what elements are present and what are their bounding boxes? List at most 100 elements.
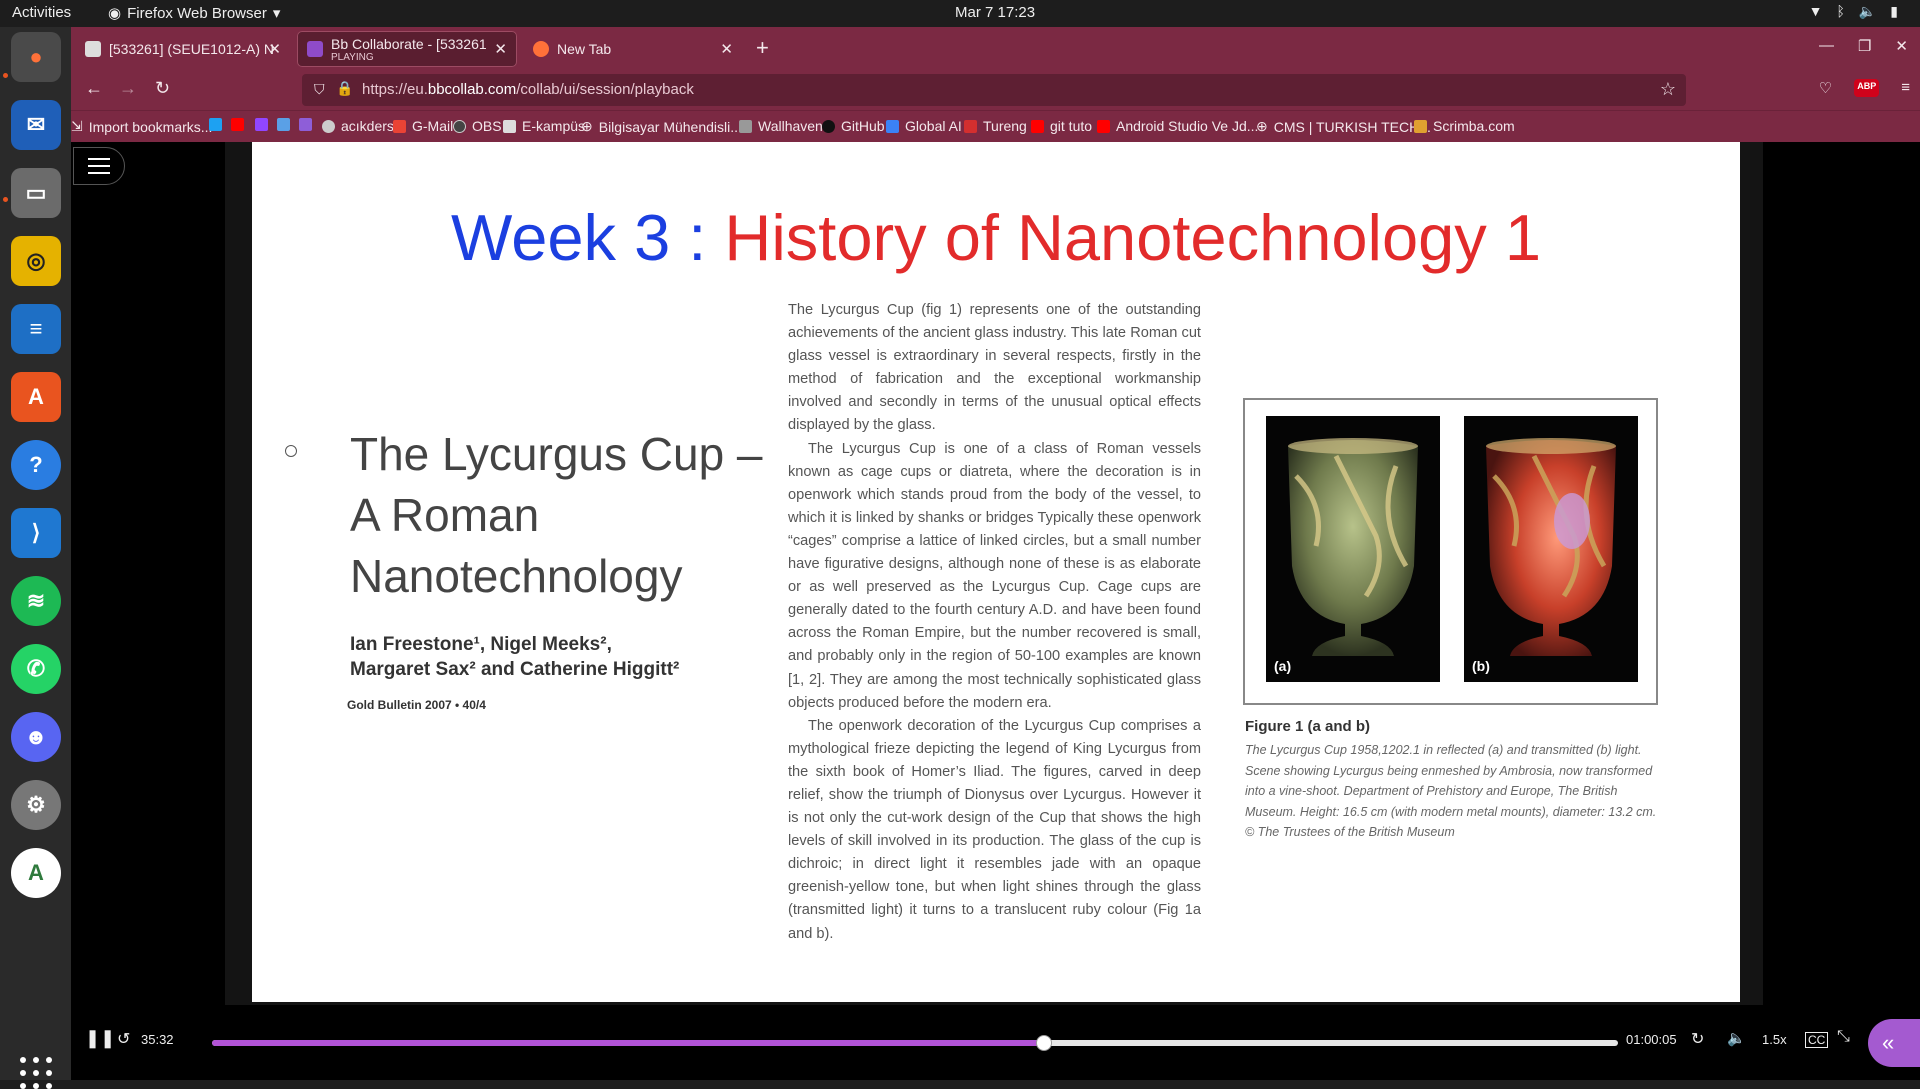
bookmark-wallhaven[interactable]: Wallhaven — [739, 118, 823, 134]
app-menu[interactable]: ◉ Firefox Web Browser ▾ — [108, 4, 281, 23]
bookmark-app-icon[interactable] — [277, 118, 290, 131]
tab-playing-label: PLAYING — [331, 51, 374, 63]
rewind-icon[interactable]: ↺ — [117, 1029, 130, 1049]
forward-skip-icon[interactable]: ↻ — [1691, 1029, 1704, 1049]
bookmark-ekampus[interactable]: E-kampüs — [503, 118, 585, 134]
address-bar[interactable]: ⛉ 🔒 https://eu.bbcollab.com/collab/ui/se… — [302, 74, 1686, 106]
discord-icon[interactable]: ☻ — [11, 712, 61, 762]
bookmark-bilgisayar[interactable]: ⊕ Bilgisayar Mühendisli... — [581, 118, 742, 135]
tab-title: Bb Collaborate - [533261 — [331, 35, 487, 52]
app-menu-icon[interactable]: ≡ — [1901, 79, 1910, 97]
double-chevron-left-icon: « — [1882, 1030, 1895, 1055]
app-center-icon[interactable]: A — [11, 372, 61, 422]
collaborate-favicon-icon — [307, 41, 323, 57]
bluetooth-icon: ᛒ — [1836, 3, 1845, 19]
pocket-icon[interactable]: ♡ — [1819, 79, 1832, 97]
figure-box: (a) (b) — [1243, 398, 1658, 705]
volume-icon[interactable]: 🔈 — [1727, 1029, 1746, 1047]
slide-title-week: Week 3 : — [451, 201, 725, 274]
journal-citation: Gold Bulletin 2007 • 40/4 — [347, 698, 486, 712]
captions-icon[interactable]: CC — [1805, 1032, 1829, 1048]
twitter-icon[interactable] — [209, 118, 222, 131]
bookmark-obs[interactable]: OBS — [453, 118, 502, 134]
toolbar-extensions: ♡ ABP ≡ — [1819, 79, 1910, 97]
settings-icon[interactable]: ⚙ — [11, 780, 61, 830]
bookmark-import[interactable]: ⇲ Import bookmarks... — [71, 118, 212, 135]
bookmark-tureng[interactable]: Tureng — [964, 118, 1027, 134]
close-tab-icon[interactable]: ✕ — [720, 40, 733, 58]
lock-icon[interactable]: 🔒 — [336, 80, 353, 97]
thunderbird-icon[interactable]: ✉ — [11, 100, 61, 150]
vscode-icon[interactable]: ⟩ — [11, 508, 61, 558]
session-menu-button[interactable] — [73, 147, 125, 185]
dock: ● ✉ ▭ ◎ ≡ A ? ⟩ ≋ ✆ ☻ ⚙ A — [0, 27, 71, 1089]
new-tab-icon[interactable]: + — [756, 35, 769, 61]
tab-course[interactable]: [533261] (SEUE1012-A) N ✕ — [75, 31, 291, 67]
slide-title: Week 3 : History of Nanotechnology 1 — [252, 200, 1740, 275]
back-icon[interactable]: ← — [85, 78, 103, 99]
rhythmbox-icon[interactable]: ◎ — [11, 236, 61, 286]
navigation-bar: ← → ↻ ⛉ 🔒 https://eu.bbcollab.com/collab… — [71, 70, 1920, 110]
pause-icon[interactable]: ❚❚ — [85, 1028, 115, 1049]
paper-authors: Ian Freestone¹, Nigel Meeks², Margaret S… — [350, 634, 680, 680]
forward-icon[interactable]: → — [119, 78, 137, 99]
youtube-icon[interactable] — [231, 118, 244, 131]
running-indicator — [3, 73, 8, 78]
bookmark-git-tuto[interactable]: git tuto — [1031, 118, 1092, 134]
playback-progress-bar[interactable] — [212, 1035, 1618, 1051]
volume-icon: 🔈 — [1858, 3, 1877, 19]
system-tray[interactable]: ▼ ᛒ 🔈 ▮ — [1809, 3, 1898, 20]
playback-speed[interactable]: 1.5x — [1762, 1032, 1787, 1047]
help-icon[interactable]: ? — [11, 440, 61, 490]
globe-favicon-icon — [85, 41, 101, 57]
reload-icon[interactable]: ↻ — [155, 78, 170, 99]
figure-label-b: (b) — [1472, 658, 1490, 674]
bookmark-scrimba[interactable]: Scrimba.com — [1414, 118, 1515, 134]
tab-bar: [533261] (SEUE1012-A) N ✕ Bb Collaborate… — [71, 27, 1920, 70]
tab-collaborate[interactable]: Bb Collaborate - [533261 PLAYING ✕ — [297, 31, 517, 67]
globe-icon: ⊕ — [1256, 118, 1268, 134]
close-window-icon[interactable]: ✕ — [1895, 37, 1908, 55]
progress-scrubber[interactable] — [1036, 1035, 1053, 1051]
article-paragraph: The openwork decoration of the Lycurgus … — [788, 717, 1201, 942]
clock[interactable]: Mar 7 17:23 — [955, 4, 1035, 21]
close-tab-icon[interactable]: ✕ — [268, 40, 281, 58]
bookmark-star-icon[interactable]: ☆ — [1660, 79, 1676, 100]
bookmark-global-ai[interactable]: Global AI — [886, 118, 962, 134]
adblock-plus-icon[interactable]: ABP — [1854, 79, 1880, 97]
bookmark-cms[interactable]: ⊕ CMS | TURKISH TECH... — [1256, 118, 1431, 135]
restore-icon[interactable]: ❐ — [1858, 37, 1871, 55]
tracking-shield-icon[interactable]: ⛉ — [314, 81, 325, 98]
cup-image-transmitted: (b) — [1464, 416, 1638, 682]
bookmark-android-studio[interactable]: Android Studio Ve Jd... — [1097, 118, 1258, 134]
figure-label-a: (a) — [1274, 658, 1292, 674]
fullscreen-icon[interactable]: ⤡ — [1837, 1028, 1850, 1046]
running-indicator — [3, 197, 8, 202]
twitch-icon[interactable] — [255, 118, 268, 131]
writer-icon[interactable]: ≡ — [11, 304, 61, 354]
minimize-icon[interactable]: — — [1819, 37, 1834, 55]
activities-button[interactable]: Activities — [12, 4, 71, 21]
chevron-down-icon: ▾ — [272, 5, 281, 22]
bookmark-app-icon[interactable] — [299, 118, 312, 131]
article-paragraph: The Lycurgus Cup is one of a class of Ro… — [788, 440, 1201, 711]
tab-new-tab[interactable]: New Tab ✕ — [523, 31, 743, 67]
spotify-icon[interactable]: ≋ — [11, 576, 61, 626]
close-tab-icon[interactable]: ✕ — [494, 40, 507, 58]
whatsapp-icon[interactable]: ✆ — [11, 644, 61, 694]
url-text[interactable]: https://eu.bbcollab.com/collab/ui/sessio… — [362, 81, 694, 98]
bookmark-github[interactable]: GitHub — [822, 118, 885, 134]
cup-image-reflected: (a) — [1266, 416, 1440, 682]
bookmark-gmail[interactable]: G-Mail — [393, 118, 453, 134]
bookmark-acikders[interactable]: acıkders — [322, 118, 394, 134]
presentation-slide: Week 3 : History of Nanotechnology 1 The… — [252, 142, 1740, 1002]
video-player[interactable]: Week 3 : History of Nanotechnology 1 The… — [225, 142, 1763, 1005]
playback-controls: ❚❚ ↺ 35:32 01:00:05 ↻ 🔈 1.5x CC ⤡ « — [71, 1005, 1920, 1080]
globe-icon: ⊕ — [581, 118, 593, 134]
collaborate-panel-toggle[interactable]: « — [1868, 1019, 1920, 1067]
android-studio-icon[interactable]: A — [11, 848, 61, 898]
total-time: 01:00:05 — [1626, 1032, 1677, 1047]
files-icon[interactable]: ▭ — [11, 168, 61, 218]
firefox-icon[interactable]: ● — [11, 32, 61, 82]
show-applications-icon[interactable] — [20, 1057, 52, 1089]
